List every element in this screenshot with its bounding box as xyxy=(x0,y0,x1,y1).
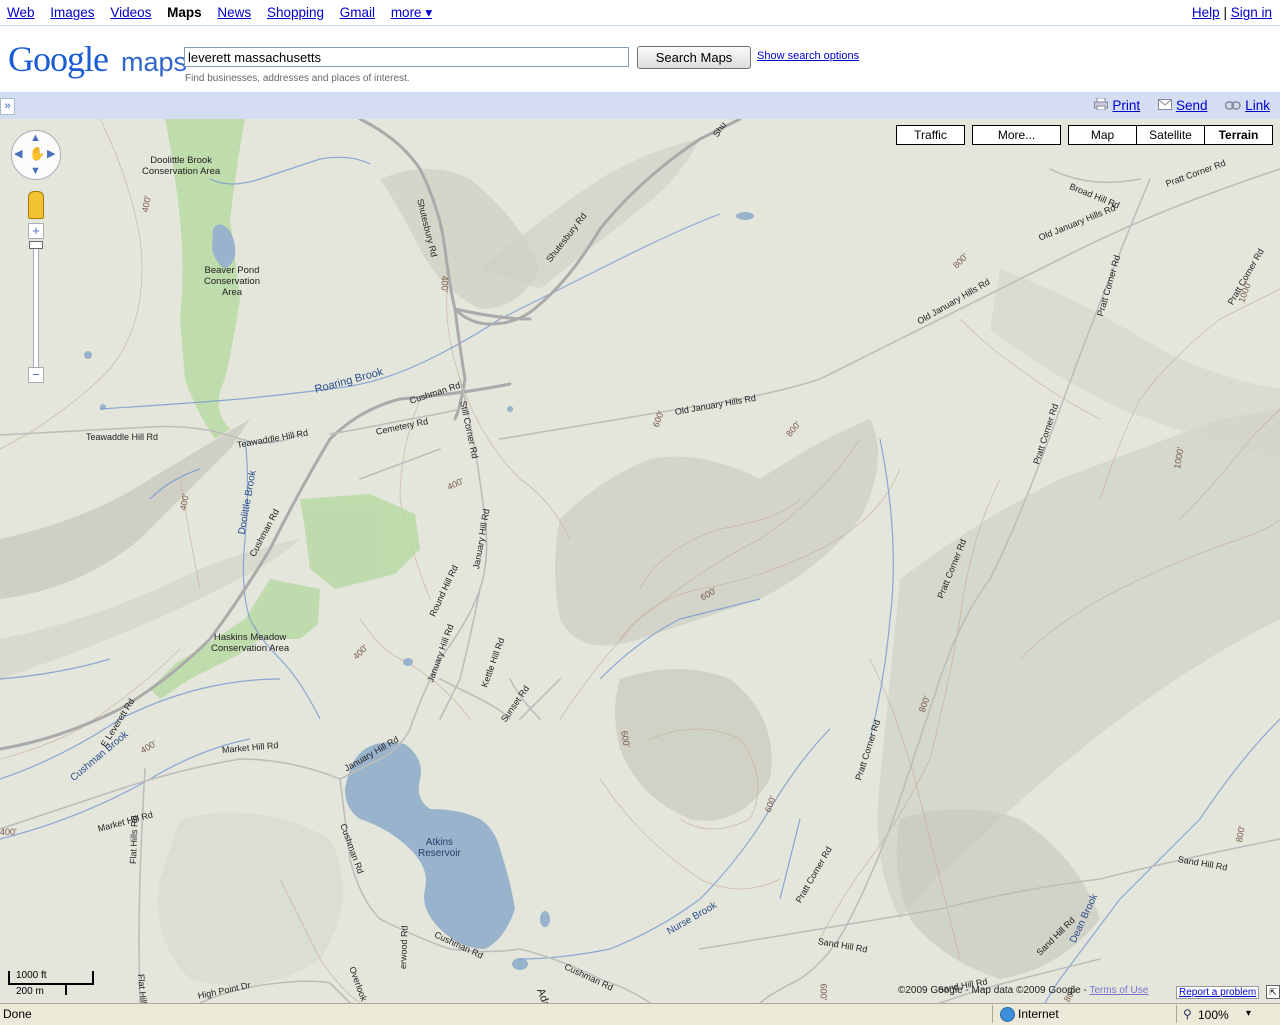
security-zone-label: Internet xyxy=(1018,1007,1059,1021)
road-label: Flat Hills Rd xyxy=(128,815,140,865)
chain-link-icon xyxy=(1224,99,1241,113)
pan-control[interactable]: ▲ ▼ ◀ ▶ ✋ xyxy=(11,130,61,180)
scale-tick xyxy=(65,983,67,995)
traffic-button[interactable]: Traffic xyxy=(896,125,965,145)
collapse-panel-button[interactable]: » xyxy=(0,98,15,115)
map-type-map-button[interactable]: Map xyxy=(1068,125,1137,145)
scale-line xyxy=(8,983,94,985)
status-divider xyxy=(1176,1005,1177,1023)
print-action[interactable]: Print xyxy=(1094,97,1144,113)
show-search-options-link[interactable]: Show search options xyxy=(757,50,859,62)
search-maps-button[interactable]: Search Maps xyxy=(637,46,751,69)
scale-imperial-label: 1000 ft xyxy=(16,970,47,981)
internet-zone-icon xyxy=(1000,1007,1015,1022)
elevation-label: 600' xyxy=(818,983,829,1001)
street-view-pegman-icon[interactable] xyxy=(28,191,44,219)
print-link[interactable]: Print xyxy=(1112,98,1140,113)
road-label: Teawaddle Hill Rd xyxy=(86,432,159,442)
nav-images[interactable]: Images xyxy=(50,5,94,20)
browser-status-bar: Done Internet ⚲ 100% ▾ xyxy=(0,1003,1280,1025)
zoom-out-button[interactable]: − xyxy=(28,367,44,383)
terms-of-use-link[interactable]: Terms of Use xyxy=(1089,985,1148,996)
elevation-label: 400' xyxy=(0,827,17,837)
map-type-satellite-button[interactable]: Satellite xyxy=(1136,125,1205,145)
envelope-icon xyxy=(1157,99,1172,113)
report-problem-link[interactable]: Report a problem xyxy=(1176,986,1260,999)
elevation-label: 400' xyxy=(439,275,450,293)
pan-down-icon[interactable]: ▼ xyxy=(30,166,41,177)
zoom-in-button[interactable]: + xyxy=(28,223,44,239)
overview-toggle-icon[interactable]: ⇱ xyxy=(1266,985,1280,999)
copyright-notice: ©2009 Google - Map data ©2009 Google - T… xyxy=(898,985,1148,996)
beaver-pond-conservation-area-label: Beaver Pond Conservation Area xyxy=(204,265,260,298)
nav-web[interactable]: Web xyxy=(7,5,35,20)
signin-link[interactable]: Sign in xyxy=(1231,5,1272,20)
zoom-slider-handle[interactable] xyxy=(29,241,43,249)
nav-separator: | xyxy=(1223,5,1227,20)
scale-metric-label: 200 m xyxy=(16,986,44,997)
map-type-terrain-button[interactable]: Terrain xyxy=(1204,125,1273,145)
scale-bar: 1000 ft 200 m xyxy=(8,970,98,997)
nav-shopping[interactable]: Shopping xyxy=(267,5,324,20)
nav-videos[interactable]: Videos xyxy=(110,5,151,20)
magnifier-icon[interactable]: ⚲ xyxy=(1183,1007,1192,1021)
atkins-reservoir-label: Atkins Reservoir xyxy=(418,837,461,859)
google-maps-logo[interactable]: Google maps xyxy=(8,38,188,79)
services-nav: Web Images Videos Maps News Shopping Gma… xyxy=(7,5,444,21)
top-nav: Web Images Videos Maps News Shopping Gma… xyxy=(0,0,1280,26)
nav-gmail[interactable]: Gmail xyxy=(340,5,375,20)
search-hint: Find businesses, addresses and places of… xyxy=(185,73,410,84)
more-layers-button[interactable]: More... xyxy=(972,125,1061,145)
account-nav: Help | Sign in xyxy=(1192,5,1272,20)
pan-up-icon[interactable]: ▲ xyxy=(30,133,41,144)
hand-icon[interactable]: ✋ xyxy=(29,147,45,160)
logo-word: Google xyxy=(8,39,109,79)
pan-left-icon[interactable]: ◀ xyxy=(14,149,22,160)
scale-tick xyxy=(92,971,94,984)
google-logo-text: Google xyxy=(8,39,116,79)
scale-tick xyxy=(8,971,10,984)
pan-right-icon[interactable]: ▶ xyxy=(47,149,55,160)
zoom-slider[interactable] xyxy=(33,243,39,373)
maps-logo-text: maps xyxy=(120,47,188,77)
toolbar-actions: Print Send Link xyxy=(1080,97,1270,113)
help-link[interactable]: Help xyxy=(1192,5,1220,20)
map-canvas[interactable]: Doolittle Brook Conservation Area Beaver… xyxy=(0,119,1280,1003)
doolittle-brook-conservation-area-label: Doolittle Brook Conservation Area xyxy=(142,155,221,177)
zoom-level[interactable]: 100% xyxy=(1198,1008,1229,1022)
haskins-meadow-conservation-area-label: Haskins Meadow Conservation Area xyxy=(211,632,290,654)
nav-more[interactable]: more ▾ xyxy=(391,5,432,20)
printer-icon xyxy=(1094,97,1109,113)
status-divider xyxy=(992,1005,993,1023)
road-label: erwood Rd xyxy=(398,925,410,970)
nav-news[interactable]: News xyxy=(217,5,251,20)
zoom-dropdown-icon[interactable]: ▾ xyxy=(1246,1008,1251,1019)
status-text: Done xyxy=(3,1007,32,1021)
terrain-map-graphic xyxy=(0,119,1280,1003)
nav-maps: Maps xyxy=(167,5,202,20)
map-toolbar: » Print Send Link xyxy=(0,92,1280,119)
send-action[interactable]: Send xyxy=(1157,98,1211,113)
link-action[interactable]: Link xyxy=(1224,98,1270,113)
copyright-text: ©2009 Google - Map data ©2009 Google - xyxy=(898,985,1087,996)
send-link[interactable]: Send xyxy=(1176,98,1208,113)
search-input[interactable] xyxy=(184,47,629,67)
link-link[interactable]: Link xyxy=(1245,98,1270,113)
